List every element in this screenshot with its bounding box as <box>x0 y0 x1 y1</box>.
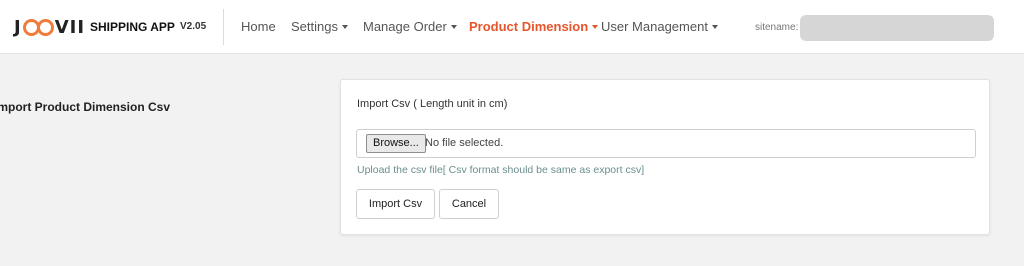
page-title: Import Product Dimension Csv <box>0 100 330 114</box>
caret-down-icon <box>711 24 718 29</box>
import-csv-card: Import Csv ( Length unit in cm) Browse..… <box>340 79 990 235</box>
page-title-text: Import Product Dimension Csv <box>0 100 171 114</box>
file-status-text: No file selected. <box>425 137 504 149</box>
sitename-label: sitename: <box>755 22 799 33</box>
nav-settings[interactable]: Settings <box>291 19 348 34</box>
import-csv-label: Import Csv ( Length unit in cm) <box>357 98 508 110</box>
browse-button[interactable]: Browse... <box>366 134 426 153</box>
cancel-button[interactable]: Cancel <box>439 189 499 219</box>
caret-down-icon <box>450 24 457 29</box>
nav-manage-order[interactable]: Manage Order <box>363 19 457 34</box>
caret-down-icon <box>592 24 599 29</box>
nav-manage-order-label: Manage Order <box>363 19 447 34</box>
nav-product-dimension[interactable]: Product Dimension <box>469 19 599 34</box>
joovii-logo[interactable]: J VII <box>14 16 85 38</box>
nav-home[interactable]: Home <box>241 19 276 34</box>
app-version: V2.05 <box>180 21 207 32</box>
nav-divider <box>223 9 224 45</box>
nav-home-label: Home <box>241 19 276 34</box>
nav-product-dimension-label: Product Dimension <box>469 19 589 34</box>
nav-settings-label: Settings <box>291 19 338 34</box>
nav-user-management[interactable]: User Management <box>601 19 718 34</box>
sitename-field[interactable] <box>800 15 994 41</box>
upload-help-text: Upload the csv file[ Csv format should b… <box>357 164 645 176</box>
top-navbar: J VII SHIPPING APP V2.05 Home Settings Ma… <box>0 0 1024 54</box>
app-name: SHIPPING APP <box>90 20 175 34</box>
caret-down-icon <box>341 24 348 29</box>
nav-user-management-label: User Management <box>601 19 708 34</box>
import-csv-button[interactable]: Import Csv <box>356 189 435 219</box>
csv-file-input[interactable]: Browse... No file selected. <box>356 129 976 158</box>
